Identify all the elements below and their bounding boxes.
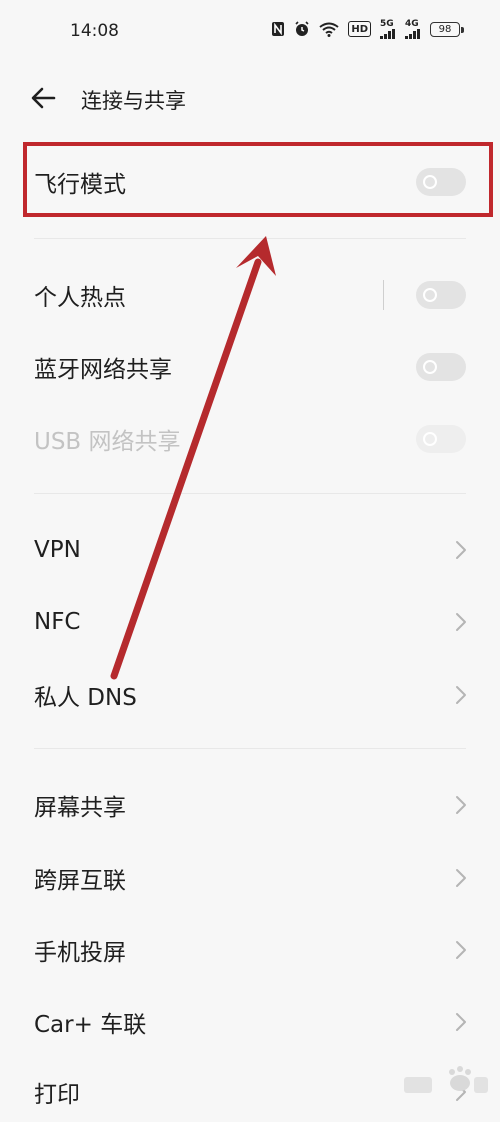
battery-icon: 98 [430,21,464,37]
usb-tethering-toggle [416,425,466,453]
row-vpn[interactable]: VPN [0,520,500,580]
section-divider [34,238,466,239]
section-divider [34,748,466,749]
row-label: 个人热点 [34,285,126,311]
status-time: 14:08 [70,21,119,41]
vertical-divider [383,280,384,310]
row-label: USB 网络共享 [34,429,181,455]
row-car-connect[interactable]: Car+ 车联 [0,992,500,1052]
hd-label: HD [351,23,368,35]
row-screen-share[interactable]: 屏幕共享 [0,775,500,835]
battery-level: 98 [438,23,452,35]
row-label: 私人 DNS [34,685,137,711]
row-bluetooth-tethering[interactable]: 蓝牙网络共享 [0,337,500,397]
page-title: 连接与共享 [81,89,186,113]
net2-label: 4G [405,18,419,29]
row-screen-cast[interactable]: 手机投屏 [0,920,500,980]
row-nfc[interactable]: NFC [0,592,500,652]
row-label: Car+ 车联 [34,1012,147,1038]
row-cross-screen[interactable]: 跨屏互联 [0,848,500,908]
section-divider [34,493,466,494]
4g-signal-icon: 4G [405,19,421,39]
row-personal-hotspot[interactable]: 个人热点 [0,265,500,325]
row-usb-tethering: USB 网络共享 [0,409,500,469]
chevron-right-icon [456,541,466,559]
net1-label: 5G [380,18,394,29]
row-label: NFC [34,609,81,635]
chevron-right-icon [456,613,466,631]
5g-signal-icon: 5G [380,19,396,39]
row-label: 打印 [34,1082,80,1108]
back-arrow-icon [31,87,56,109]
chevron-right-icon [456,686,466,704]
header: 连接与共享 [0,72,500,124]
baidu-watermark-logo [400,1063,490,1099]
status-icons: HD 5G 4G 98 [271,19,464,39]
hotspot-toggle[interactable] [416,281,466,309]
back-button[interactable] [28,84,60,112]
alarm-icon [294,19,310,39]
row-label: 蓝牙网络共享 [34,357,172,383]
row-label: 屏幕共享 [34,795,126,821]
chevron-right-icon [456,1013,466,1031]
chevron-right-icon [456,941,466,959]
hd-icon: HD [348,21,371,37]
chevron-right-icon [456,869,466,887]
row-label: 手机投屏 [34,940,126,966]
wifi-icon [319,19,339,39]
nfc-icon [271,19,285,39]
row-private-dns[interactable]: 私人 DNS [0,665,500,725]
status-bar: 14:08 HD 5G 4G 98 [0,0,500,62]
toggle-knob [423,288,437,302]
row-label: 跨屏互联 [34,868,126,894]
highlight-box [23,142,493,217]
toggle-knob [423,432,437,446]
row-label: VPN [34,537,81,563]
bluetooth-tethering-toggle[interactable] [416,353,466,381]
toggle-knob [423,360,437,374]
chevron-right-icon [456,796,466,814]
